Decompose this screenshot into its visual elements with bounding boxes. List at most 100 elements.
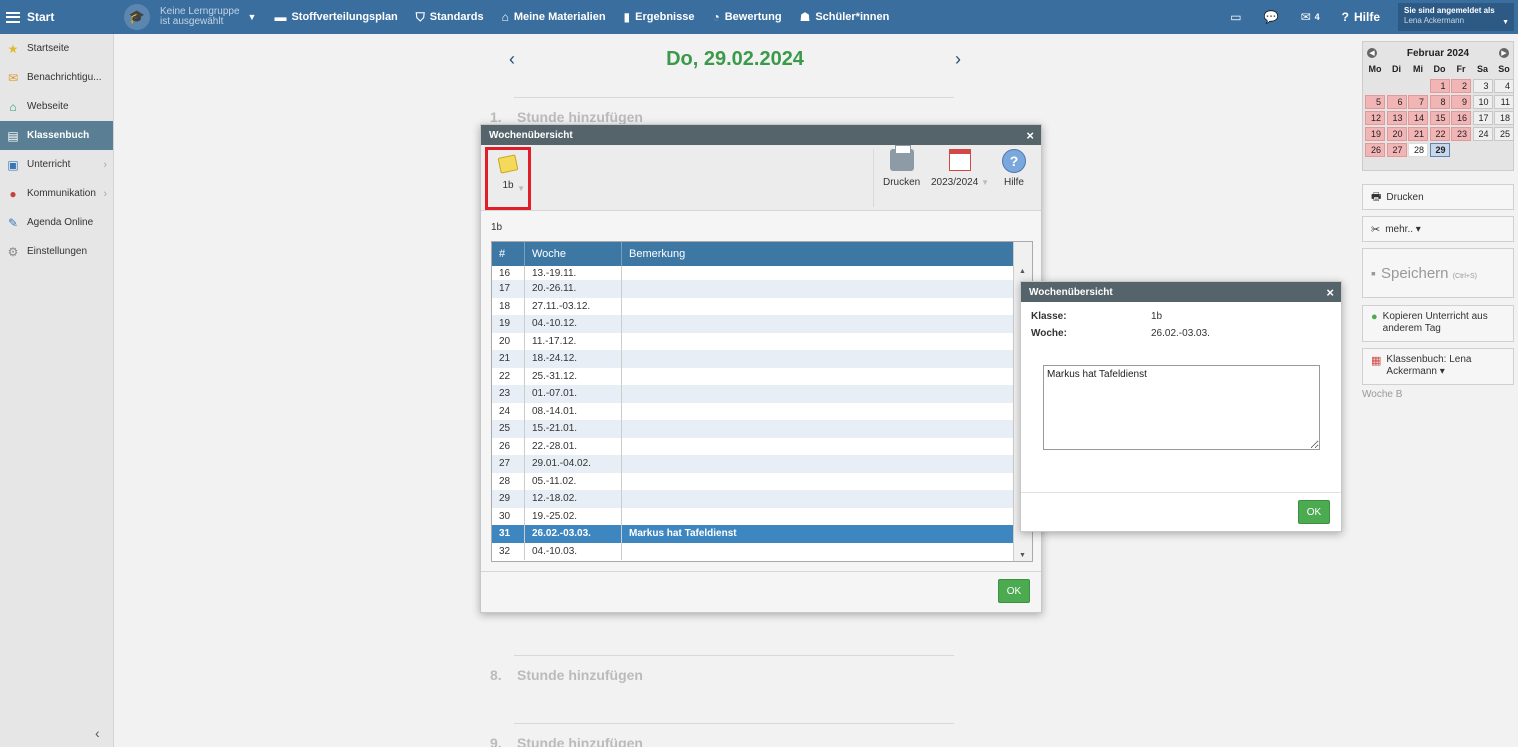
- print-day-button[interactable]: 🖶 Drucken: [1362, 184, 1514, 210]
- calendar-day[interactable]: 21: [1408, 127, 1428, 141]
- calendar-day[interactable]: 4: [1494, 79, 1514, 93]
- add-lesson-1[interactable]: 1. Stunde hinzufügen: [490, 109, 643, 125]
- user-menu[interactable]: Sie sind angemeldet als Lena Ackermann ▼: [1398, 3, 1514, 31]
- calendar-day[interactable]: 8: [1429, 95, 1450, 109]
- save-button[interactable]: ▪ Speichern (Ctrl+S): [1362, 248, 1514, 298]
- help-button[interactable]: ? Hilfe: [1002, 149, 1026, 188]
- nav-meine-materialien[interactable]: ⌂ Meine Materialien: [502, 10, 606, 24]
- calendar-day[interactable]: 22: [1429, 127, 1450, 141]
- table-row[interactable]: 19 04.-10.12.: [492, 315, 1014, 333]
- scroll-down-icon[interactable]: ▼: [1019, 552, 1026, 559]
- calendar-day[interactable]: 1: [1429, 79, 1450, 93]
- table-row[interactable]: 20 11.-17.12.: [492, 332, 1014, 350]
- dialog-header: Wochenübersicht ×: [481, 125, 1041, 145]
- divider: [514, 655, 954, 656]
- table-row[interactable]: 17 20.-26.11.: [492, 280, 1014, 298]
- add-lesson-9[interactable]: 9. Stunde hinzufügen: [490, 735, 643, 747]
- calendar-day[interactable]: 3: [1472, 79, 1493, 93]
- sidebar-item-einstellungen[interactable]: ⚙ Einstellungen: [0, 237, 113, 266]
- more-button[interactable]: ✂ mehr.. ▾: [1362, 216, 1514, 242]
- sidebar-item-kommunikation[interactable]: ● Kommunikation ›: [0, 179, 113, 208]
- next-month-icon[interactable]: ▶: [1498, 48, 1509, 58]
- calendar-day[interactable]: 19: [1365, 127, 1385, 141]
- col-number[interactable]: #: [492, 242, 525, 266]
- sidebar-item-agenda-online[interactable]: ✎ Agenda Online: [0, 208, 113, 237]
- help-button[interactable]: ? Hilfe: [1342, 10, 1380, 24]
- table-row[interactable]: 27 29.01.-04.02.: [492, 455, 1014, 473]
- close-icon[interactable]: ×: [1326, 285, 1334, 300]
- add-lesson-8[interactable]: 8. Stunde hinzufügen: [490, 667, 643, 683]
- copy-lesson-button[interactable]: ● Kopieren Unterricht aus anderem Tag: [1362, 305, 1514, 342]
- sidebar-item-startseite[interactable]: ★ Startseite: [0, 34, 113, 63]
- star-icon: ★: [7, 41, 19, 56]
- calendar-day[interactable]: 23: [1451, 127, 1471, 141]
- col-week[interactable]: Woche: [525, 242, 622, 266]
- cell-week: 27.11.-03.12.: [525, 297, 622, 315]
- table-row[interactable]: 23 01.-07.01.: [492, 385, 1014, 403]
- calendar-day[interactable]: 12: [1365, 111, 1385, 125]
- table-row[interactable]: 28 05.-11.02.: [492, 472, 1014, 490]
- group-selector[interactable]: 🎓 Keine Lerngruppe ist ausgewählt ▼: [124, 0, 256, 34]
- calendar-day[interactable]: 5: [1365, 95, 1385, 109]
- cell-week: 18.-24.12.: [525, 350, 622, 368]
- classbook-owner-button[interactable]: ▦ Klassenbuch: Lena Ackermann ▾: [1362, 348, 1514, 385]
- mail-button[interactable]: ✉ 4: [1301, 10, 1320, 24]
- table-row[interactable]: 18 27.11.-03.12.: [492, 297, 1014, 315]
- calendar-day[interactable]: 11: [1494, 95, 1514, 109]
- next-day-button[interactable]: ›: [946, 49, 970, 70]
- table-row[interactable]: 32 04.-10.03.: [492, 542, 1014, 560]
- calendar-day[interactable]: 16: [1451, 111, 1471, 125]
- calendar-day[interactable]: 26: [1365, 143, 1385, 157]
- table-row[interactable]: 30 19.-25.02.: [492, 507, 1014, 525]
- col-remark[interactable]: Bemerkung: [622, 242, 1014, 266]
- calendar-day[interactable]: 15: [1429, 111, 1450, 125]
- ok-button[interactable]: OK: [998, 579, 1030, 603]
- divider: [514, 723, 954, 724]
- calendar-day[interactable]: 13: [1386, 111, 1407, 125]
- print-button[interactable]: Drucken: [883, 145, 920, 188]
- calendar-day[interactable]: 20: [1386, 127, 1407, 141]
- table-row[interactable]: 29 12.-18.02.: [492, 490, 1014, 508]
- sidebar-item-webseite[interactable]: ⌂ Webseite: [0, 92, 113, 121]
- calendar-day[interactable]: 9: [1451, 95, 1471, 109]
- school-year-button[interactable]: 2023/2024 ▼: [931, 149, 989, 188]
- chat-button[interactable]: 💬: [1264, 10, 1279, 24]
- table-row[interactable]: 22 25.-31.12.: [492, 367, 1014, 385]
- table-row[interactable]: 25 15.-21.01.: [492, 420, 1014, 438]
- prev-day-button[interactable]: ‹: [500, 49, 524, 70]
- calendar-day[interactable]: 25: [1494, 127, 1514, 141]
- ok-button[interactable]: OK: [1298, 500, 1330, 524]
- table-row[interactable]: 16 13.-19.11.: [492, 266, 1014, 280]
- table-row[interactable]: 24 08.-14.01.: [492, 402, 1014, 420]
- prev-month-icon[interactable]: ◀: [1367, 48, 1377, 58]
- sidebar-item-unterricht[interactable]: ▣ Unterricht ›: [0, 150, 113, 179]
- screen-share-button[interactable]: ▭: [1230, 10, 1241, 24]
- calendar-day[interactable]: 14: [1408, 111, 1428, 125]
- sidebar-item-benachrichtigungen[interactable]: ✉ Benachrichtigu...: [0, 63, 113, 92]
- start-menu-button[interactable]: Start: [0, 0, 114, 34]
- collapse-sidebar-icon[interactable]: ‹: [95, 725, 100, 741]
- calendar-day[interactable]: 2: [1451, 79, 1471, 93]
- table-row[interactable]: 21 18.-24.12.: [492, 350, 1014, 368]
- class-select-button[interactable]: 1b ▼: [485, 147, 531, 210]
- scroll-up-icon[interactable]: ▲: [1019, 268, 1026, 275]
- table-row[interactable]: 31 26.02.-03.03. Markus hat Tafeldienst: [492, 525, 1014, 543]
- calendar-day[interactable]: 18: [1494, 111, 1514, 125]
- calendar-day[interactable]: 27: [1386, 143, 1407, 157]
- calendar-day[interactable]: 6: [1386, 95, 1407, 109]
- calendar-day[interactable]: 17: [1472, 111, 1493, 125]
- sidebar-item-klassenbuch[interactable]: ▤ Klassenbuch: [0, 121, 113, 150]
- calendar-day[interactable]: 29: [1429, 143, 1450, 157]
- nav-bewertung[interactable]: ◔ Bewertung: [712, 10, 781, 24]
- nav-standards[interactable]: ⛉ Standards: [416, 10, 484, 25]
- calendar-day[interactable]: 24: [1472, 127, 1493, 141]
- nav-schueler[interactable]: ☗ Schüler*innen: [800, 10, 890, 24]
- close-icon[interactable]: ×: [1026, 128, 1034, 143]
- calendar-day[interactable]: 7: [1408, 95, 1428, 109]
- calendar-day[interactable]: 28: [1408, 143, 1428, 157]
- nav-stoffverteilungsplan[interactable]: ▬ Stoffverteilungsplan: [274, 10, 397, 24]
- calendar-day[interactable]: 10: [1472, 95, 1493, 109]
- nav-ergebnisse[interactable]: ▮ Ergebnisse: [624, 10, 695, 24]
- table-row[interactable]: 26 22.-28.01.: [492, 437, 1014, 455]
- remark-textarea[interactable]: [1043, 365, 1320, 450]
